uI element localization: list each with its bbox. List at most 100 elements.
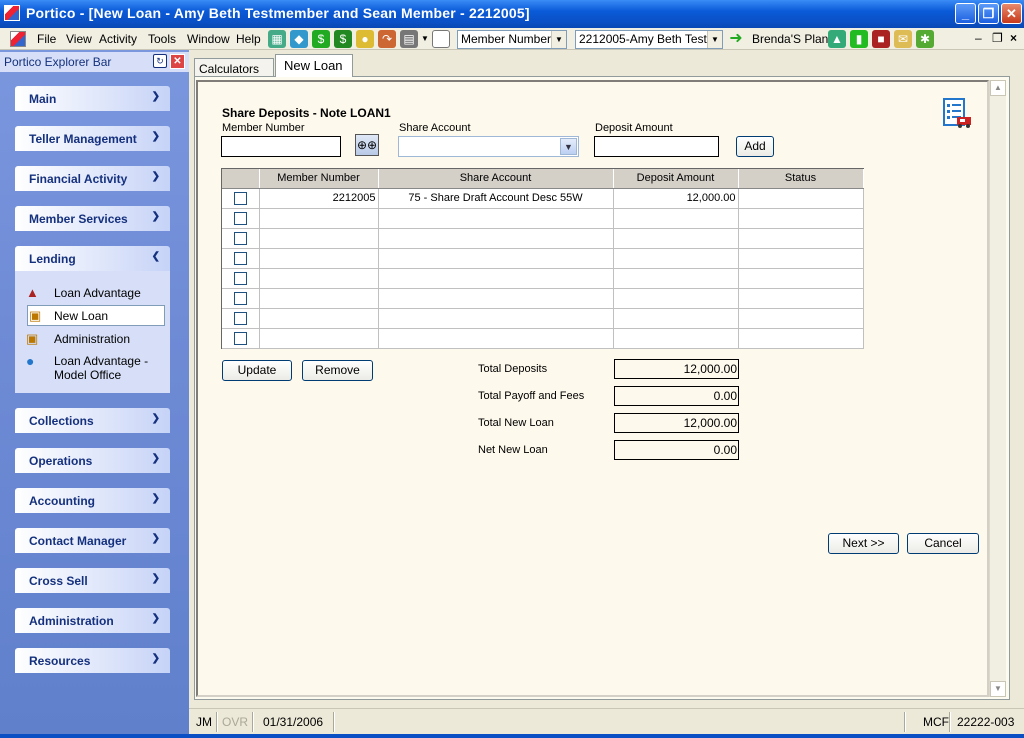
- mdi-minimize-button[interactable]: –: [975, 31, 982, 45]
- printer-dropdown-icon[interactable]: ▼: [420, 30, 430, 48]
- table-row[interactable]: [222, 228, 864, 249]
- menu-tools[interactable]: Tools: [148, 32, 176, 46]
- restore-button[interactable]: ❐: [978, 3, 999, 24]
- chevron-down-icon[interactable]: ❯: [152, 573, 160, 584]
- menu-window[interactable]: Window: [187, 32, 230, 46]
- mdi-restore-button[interactable]: ❐: [992, 31, 1003, 45]
- row-checkbox[interactable]: [233, 271, 247, 285]
- tab-new-loan[interactable]: New Loan: [275, 54, 353, 77]
- chevron-down-icon[interactable]: ▼: [560, 138, 577, 155]
- panel-accounting[interactable]: Accounting ❯: [15, 488, 170, 513]
- tag-icon[interactable]: ◆: [290, 30, 308, 48]
- grid-header-share-account[interactable]: Share Account: [378, 169, 614, 189]
- member-number-input[interactable]: [221, 136, 341, 157]
- plan-label[interactable]: Brenda'S Plan: [752, 32, 828, 46]
- members-icon[interactable]: ▦: [268, 30, 286, 48]
- chevron-down-icon[interactable]: ❯: [152, 653, 160, 664]
- blank-document-icon[interactable]: [432, 30, 450, 48]
- menu-help[interactable]: Help: [236, 32, 261, 46]
- scroll-down-icon[interactable]: ▼: [990, 681, 1006, 697]
- grid-header-deposit-amount[interactable]: Deposit Amount: [613, 169, 739, 189]
- row-checkbox[interactable]: [233, 251, 247, 265]
- sidebar-item-loan-advantage[interactable]: ▲ Loan Advantage: [26, 285, 164, 303]
- remove-button[interactable]: Remove: [302, 360, 373, 381]
- panel-cross-sell[interactable]: Cross Sell ❯: [15, 568, 170, 593]
- next-button[interactable]: Next >>: [828, 533, 899, 554]
- panel-resources[interactable]: Resources ❯: [15, 648, 170, 673]
- table-row[interactable]: [222, 328, 864, 349]
- redo-arrow-icon[interactable]: ↷: [378, 30, 396, 48]
- table-row[interactable]: 2212005 75 - Share Draft Account Desc 55…: [222, 188, 864, 209]
- row-checkbox[interactable]: [233, 331, 247, 345]
- go-arrow-icon[interactable]: ➜: [727, 30, 745, 48]
- menu-view[interactable]: View: [66, 32, 92, 46]
- sidebar-item-administration[interactable]: ▣ Administration: [26, 331, 164, 349]
- menu-activity[interactable]: Activity: [99, 32, 137, 46]
- minimize-button[interactable]: _: [955, 3, 976, 24]
- grid-header-member-number[interactable]: Member Number: [259, 169, 379, 189]
- row-checkbox[interactable]: [233, 191, 247, 205]
- panel-operations[interactable]: Operations ❯: [15, 448, 170, 473]
- deposit-amount-input[interactable]: [594, 136, 719, 157]
- document-system-icon[interactable]: [10, 31, 26, 47]
- table-row[interactable]: [222, 208, 864, 229]
- chevron-down-icon[interactable]: ❯: [152, 413, 160, 424]
- row-checkbox[interactable]: [233, 311, 247, 325]
- table-row[interactable]: [222, 308, 864, 329]
- scroll-up-icon[interactable]: ▲: [990, 80, 1006, 96]
- table-row[interactable]: [222, 248, 864, 269]
- panel-contact-manager[interactable]: Contact Manager ❯: [15, 528, 170, 553]
- panel-teller-management[interactable]: Teller Management ❯: [15, 126, 170, 151]
- row-checkbox[interactable]: [233, 291, 247, 305]
- panel-collections[interactable]: Collections ❯: [15, 408, 170, 433]
- tab-calculators[interactable]: Calculators: [194, 58, 274, 77]
- car-icon[interactable]: ■: [872, 30, 890, 48]
- row-checkbox[interactable]: [233, 231, 247, 245]
- tools-icon[interactable]: ✱: [916, 30, 934, 48]
- dollar-icon[interactable]: $: [312, 30, 330, 48]
- cancel-button[interactable]: Cancel: [907, 533, 979, 554]
- money-bag-icon[interactable]: ●: [356, 30, 374, 48]
- panel-member-services[interactable]: Member Services ❯: [15, 206, 170, 231]
- people-icon[interactable]: ▲: [828, 30, 846, 48]
- find-member-button[interactable]: ⊕⊕: [355, 134, 379, 156]
- mdi-close-button[interactable]: ×: [1010, 31, 1017, 45]
- chevron-down-icon[interactable]: ❯: [152, 211, 160, 222]
- table-row[interactable]: [222, 268, 864, 289]
- share-account-select[interactable]: ▼: [398, 136, 579, 157]
- search-type-select[interactable]: Member Number ▼: [457, 30, 567, 49]
- chevron-down-icon[interactable]: ❯: [152, 613, 160, 624]
- cash-drawer-icon[interactable]: $: [334, 30, 352, 48]
- grid-header-select[interactable]: [222, 169, 260, 189]
- update-button[interactable]: Update: [222, 360, 292, 381]
- sidebar-item-loan-advantage-model-office[interactable]: ● Loan Advantage - Model Office: [26, 353, 164, 383]
- chevron-down-icon[interactable]: ❯: [152, 453, 160, 464]
- chevron-down-icon[interactable]: ▼: [707, 31, 722, 48]
- printer-icon[interactable]: ▤: [400, 30, 418, 48]
- envelope-icon[interactable]: ✉: [894, 30, 912, 48]
- chevron-up-icon[interactable]: ❮: [152, 251, 160, 262]
- add-button[interactable]: Add: [736, 136, 774, 157]
- portico-app-icon[interactable]: [4, 5, 20, 21]
- menu-file[interactable]: File: [37, 32, 56, 46]
- vertical-scrollbar[interactable]: ▲ ▼: [989, 80, 1006, 697]
- chevron-down-icon[interactable]: ❯: [152, 91, 160, 102]
- chevron-down-icon[interactable]: ▼: [551, 31, 566, 48]
- panel-lending[interactable]: Lending ❮: [15, 246, 170, 271]
- row-checkbox[interactable]: [233, 211, 247, 225]
- panel-administration[interactable]: Administration ❯: [15, 608, 170, 633]
- panel-financial-activity[interactable]: Financial Activity ❯: [15, 166, 170, 191]
- panel-main[interactable]: Main ❯: [15, 86, 170, 111]
- close-button[interactable]: ✕: [1001, 3, 1022, 24]
- sidebar-item-new-loan[interactable]: ▣ New Loan: [27, 305, 165, 326]
- chevron-down-icon[interactable]: ❯: [152, 533, 160, 544]
- chevron-down-icon[interactable]: ❯: [152, 493, 160, 504]
- table-row[interactable]: [222, 288, 864, 309]
- chevron-down-icon[interactable]: ❯: [152, 171, 160, 182]
- member-select[interactable]: 2212005-Amy Beth Test ▼: [575, 30, 723, 49]
- close-icon[interactable]: ✕: [170, 54, 185, 69]
- clipboard-icon[interactable]: ▮: [850, 30, 868, 48]
- chevron-down-icon[interactable]: ❯: [152, 131, 160, 142]
- grid-header-status[interactable]: Status: [738, 169, 864, 189]
- pin-icon[interactable]: ↻: [153, 54, 167, 68]
